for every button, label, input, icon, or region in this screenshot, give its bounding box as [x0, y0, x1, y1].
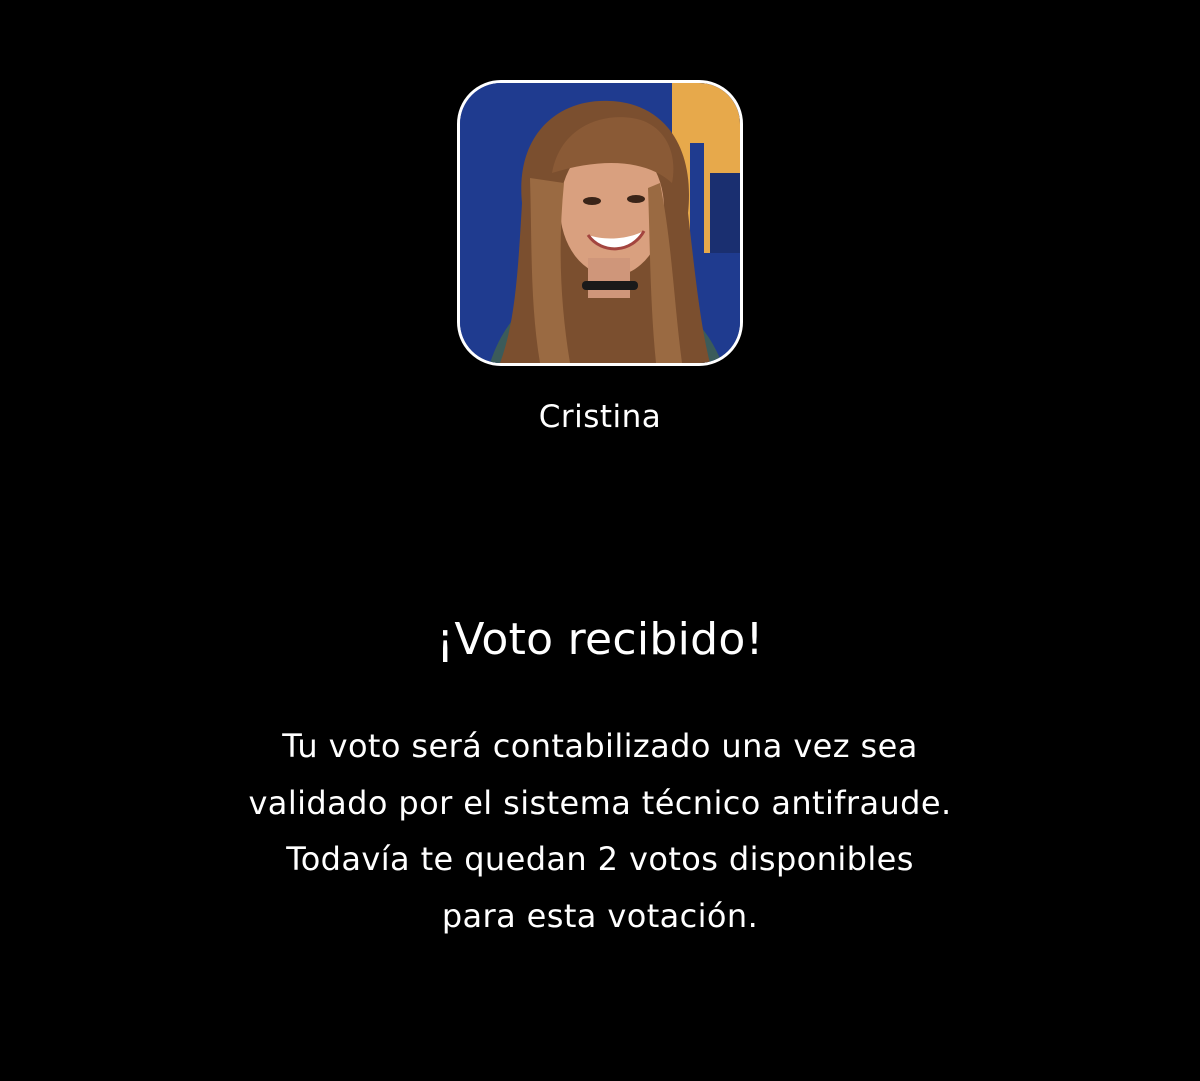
contestant-avatar [457, 80, 743, 366]
vote-confirmation-message: Tu voto será contabilizado una vez sea v… [150, 718, 1050, 944]
message-line: Todavía te quedan 2 votos disponibles [286, 840, 914, 878]
vote-confirmation-screen: Cristina ¡Voto recibido! Tu voto será co… [0, 0, 1200, 1081]
message-line: para esta votación. [441, 896, 759, 935]
message-line: Tu voto será contabilizado una vez sea [282, 727, 918, 765]
message-line: validado por el sistema técnico antifrau… [248, 783, 952, 822]
contestant-name: Cristina [538, 399, 662, 435]
vote-received-title: ¡Voto recibido! [436, 614, 764, 665]
contestant-photo [460, 83, 740, 363]
